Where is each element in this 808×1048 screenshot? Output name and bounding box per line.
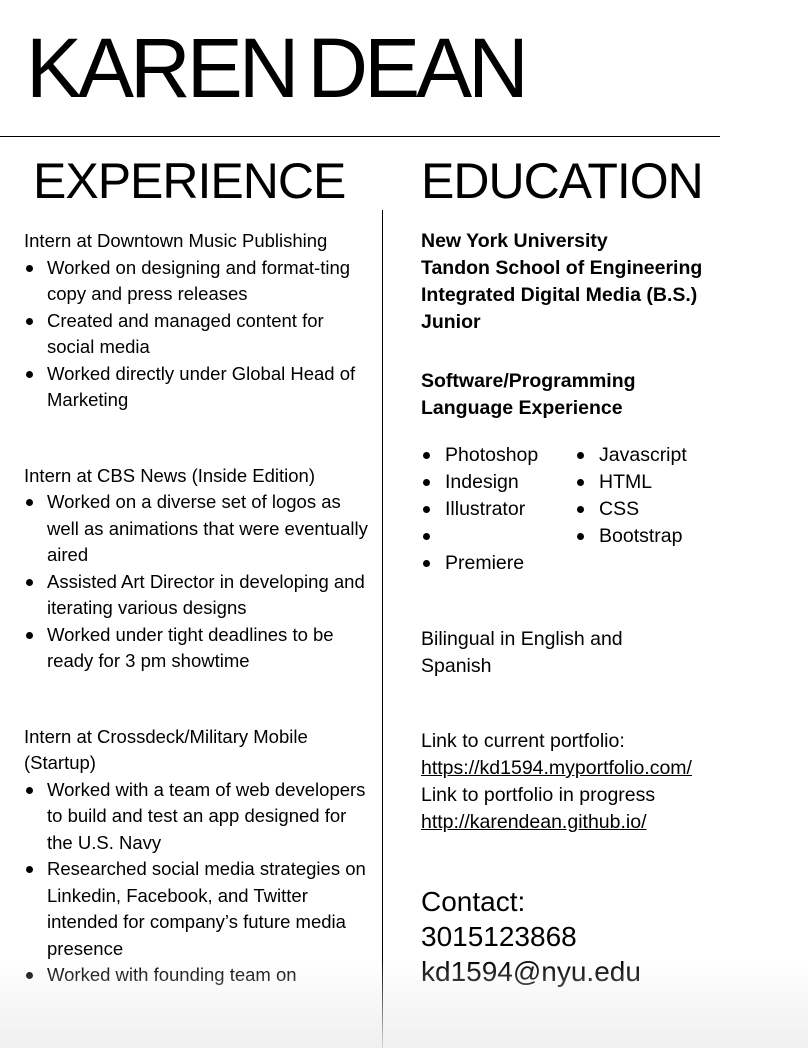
- skill-item: HTML: [575, 469, 775, 496]
- job-bullet: Worked with founding team on: [24, 962, 374, 989]
- portfolio-link[interactable]: https://kd1594.myportfolio.com/: [421, 755, 692, 782]
- column-divider: [382, 210, 383, 1048]
- contact-label: Contact:: [421, 886, 526, 917]
- experience-section: Intern at Downtown Music Publishing Work…: [24, 228, 374, 989]
- skills-column: Photoshop Indesign Illustrator Premiere: [421, 442, 575, 577]
- school-name: New York University: [421, 230, 608, 252]
- skills-list: Photoshop Indesign Illustrator Premiere …: [421, 442, 801, 577]
- job-title: Intern at Crossdeck/Military Mobile (Sta…: [24, 725, 308, 774]
- skill-item: CSS: [575, 496, 775, 523]
- skills-column: Javascript HTML CSS Bootstrap: [575, 442, 775, 577]
- job-bullet: Worked on a diverse set of logos as well…: [24, 489, 374, 569]
- education-heading: EDUCATION: [421, 153, 704, 209]
- contact-email: kd1594@nyu.edu: [421, 956, 641, 987]
- school-division: Tandon School of Engineering: [421, 257, 703, 279]
- job-bullet: Worked with a team of web developers to …: [24, 777, 374, 857]
- header-divider: [0, 136, 720, 137]
- software-heading-line: Software/Programming: [421, 370, 636, 392]
- skill-item: Premiere: [421, 550, 575, 577]
- experience-heading: EXPERIENCE: [33, 153, 346, 209]
- job-bullet: Researched social media strategies on Li…: [24, 856, 374, 962]
- skill-item: Bootstrap: [575, 523, 775, 550]
- job-bullet: Worked under tight deadlines to be ready…: [24, 622, 374, 675]
- job-bullet: Created and managed content for social m…: [24, 308, 374, 361]
- job-bullet: Assisted Art Director in developing and …: [24, 569, 374, 622]
- portfolio-progress-label: Link to portfolio in progress: [421, 784, 656, 806]
- degree: Integrated Digital Media (B.S.): [421, 284, 698, 306]
- first-name: KAREN: [26, 21, 299, 115]
- class-year: Junior: [421, 311, 481, 333]
- contact-block: Contact: 3015123868 kd1594@nyu.edu: [421, 884, 801, 989]
- language-note: Bilingual in English and Spanish: [421, 628, 623, 677]
- skill-item: [421, 523, 575, 550]
- job-bullet: Worked directly under Global Head of Mar…: [24, 361, 374, 414]
- job-entry: Intern at Downtown Music Publishing Work…: [24, 228, 374, 414]
- job-title: Intern at CBS News (Inside Edition): [24, 464, 315, 486]
- portfolio-links: Link to current portfolio: https://kd159…: [421, 728, 801, 836]
- skill-item: Indesign: [421, 469, 575, 496]
- contact-phone: 3015123868: [421, 921, 577, 952]
- job-entry: Intern at Crossdeck/Military Mobile (Sta…: [24, 724, 374, 989]
- software-heading: Software/Programming Language Experience: [421, 368, 801, 422]
- last-name: DEAN: [307, 21, 528, 115]
- portfolio-progress-link[interactable]: http://karendean.github.io/: [421, 809, 647, 836]
- skill-item: Javascript: [575, 442, 775, 469]
- resume-name: KAREN DEAN: [26, 18, 529, 118]
- education-section: New York University Tandon School of Eng…: [421, 228, 801, 989]
- skill-item: Illustrator: [421, 496, 575, 523]
- job-bullet: Worked on designing and format-ting copy…: [24, 255, 374, 308]
- school-info: New York University Tandon School of Eng…: [421, 228, 801, 336]
- portfolio-label: Link to current portfolio:: [421, 730, 625, 752]
- software-heading-line: Language Experience: [421, 397, 623, 419]
- job-entry: Intern at CBS News (Inside Edition) Work…: [24, 463, 374, 675]
- job-title: Intern at Downtown Music Publishing: [24, 230, 328, 251]
- skill-item: Photoshop: [421, 442, 575, 469]
